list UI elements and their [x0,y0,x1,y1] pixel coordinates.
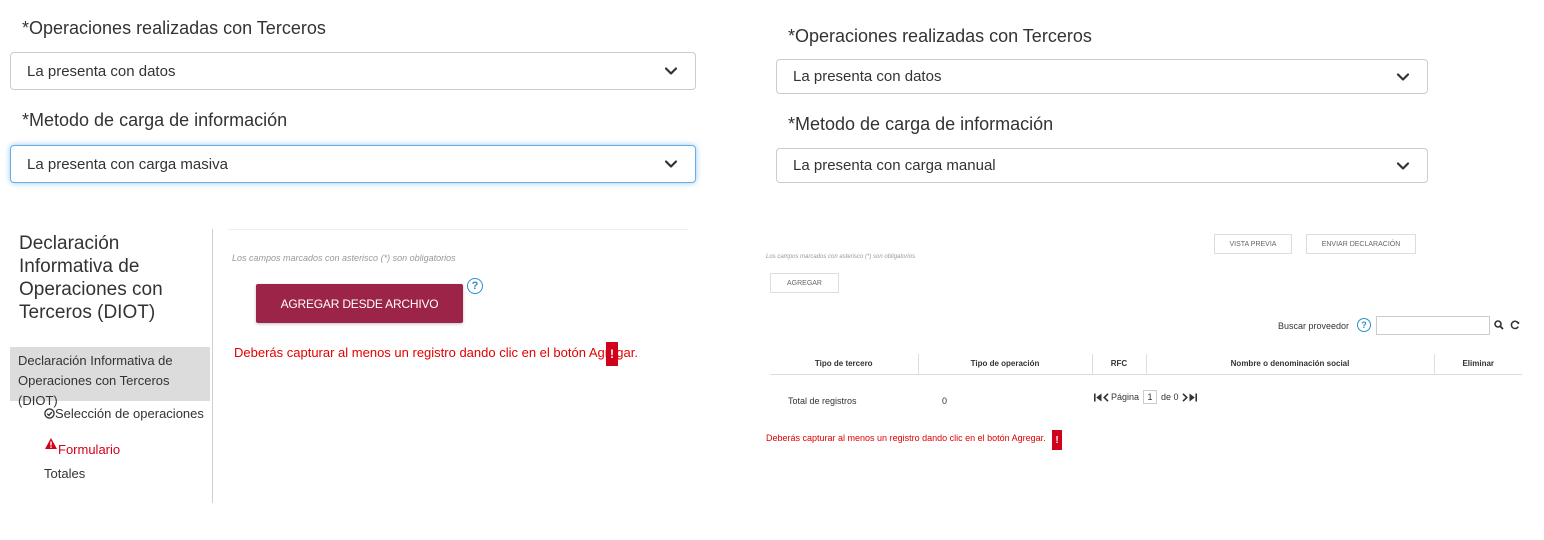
vista-previa-button[interactable]: VISTA PREVIA [1214,234,1292,254]
chevron-down-icon [664,160,678,168]
prev-page-icon[interactable] [1103,392,1109,402]
metodo-select[interactable]: La presenta con carga masiva [10,145,696,183]
operaciones-select-value: La presenta con datos [793,68,942,85]
first-page-icon[interactable] [1094,393,1102,402]
sidebar-item-diot-label: Declaración Informativa de Operaciones c… [18,353,173,408]
operaciones-select-value: La presenta con datos [27,62,176,80]
metodo-select-value: La presenta con carga manual [793,157,996,174]
operaciones-select[interactable]: La presenta con datos [776,59,1428,94]
sidebar-item-totales[interactable]: Totales [44,466,85,481]
refresh-icon[interactable] [1510,320,1520,330]
page-of-label: de 0 [1161,392,1179,402]
last-page-icon[interactable] [1189,393,1197,402]
operaciones-label: *Operaciones realizadas con Terceros [22,18,326,38]
next-page-icon[interactable] [1182,392,1188,402]
required-hint: Los campos marcados con asterisco (*) so… [232,253,456,263]
metodo-select-value: La presenta con carga masiva [27,155,228,173]
column-eliminar[interactable]: Eliminar [1433,354,1522,375]
chevron-down-icon [1396,161,1410,170]
sidebar-item-label: Selección de operaciones [55,406,204,421]
page-number-input[interactable]: 1 [1143,390,1158,404]
content-top-divider [228,229,688,230]
page-label: Página [1111,392,1140,402]
total-registros-value: 0 [942,396,948,406]
search-icon[interactable] [1494,320,1504,330]
help-icon[interactable]: ? [1357,318,1371,332]
agregar-button[interactable]: AGREGAR [770,273,839,293]
required-hint: Los campos marcados con asterisco (*) so… [766,254,916,260]
sidebar-item-seleccion[interactable]: Selección de operaciones [44,406,204,421]
agregar-desde-archivo-button[interactable]: AGREGAR DESDE ARCHIVO [256,284,463,323]
error-message: Deberás capturar al menos un registro da… [766,433,1046,443]
buscar-proveedor-input[interactable] [1376,316,1490,335]
proveedores-table: Tipo de tercero Tipo de operación RFC No… [770,354,1522,375]
total-registros-label: Total de registros [788,396,857,406]
enviar-declaracion-button[interactable]: ENVIAR DECLARACIÓN [1306,234,1416,254]
sidebar-item-label: Formulario [58,442,121,457]
operaciones-label: *Operaciones realizadas con Terceros [788,26,1092,46]
sidebar-item-formulario[interactable]: Formulario [44,436,120,457]
chevron-down-icon [664,67,678,75]
error-message: Deberás capturar al menos un registro da… [234,345,638,360]
sidebar-item-diot[interactable]: Declaración Informativa de Operaciones c… [10,347,210,408]
metodo-label: *Metodo de carga de información [788,114,1054,134]
help-icon[interactable]: ? [467,278,483,294]
warning-triangle-icon [45,438,57,449]
chevron-down-icon [1396,72,1410,81]
sidebar-title: Declaración Informativa de Operaciones c… [19,233,163,323]
error-badge-icon: ! [1052,430,1062,450]
buscar-proveedor-label: Buscar proveedor [1278,321,1350,331]
operaciones-select[interactable]: La presenta con datos [10,52,696,90]
metodo-select[interactable]: La presenta con carga manual [776,148,1428,183]
table-header-row: Tipo de tercero Tipo de operación RFC No… [770,354,1522,375]
column-tipo-operacion[interactable]: Tipo de operación [917,354,1092,375]
column-nombre[interactable]: Nombre o denominación social [1145,354,1434,375]
sidebar-item-label: Totales [44,466,86,481]
pagination: Página 1 de 0 [1094,390,1197,404]
sidebar-divider [212,229,213,503]
column-tipo-tercero[interactable]: Tipo de tercero [770,354,918,375]
column-rfc[interactable]: RFC [1091,354,1146,375]
metodo-label: *Metodo de carga de información [22,110,288,130]
error-badge-icon: ! [606,342,618,366]
check-circle-icon [44,408,55,419]
